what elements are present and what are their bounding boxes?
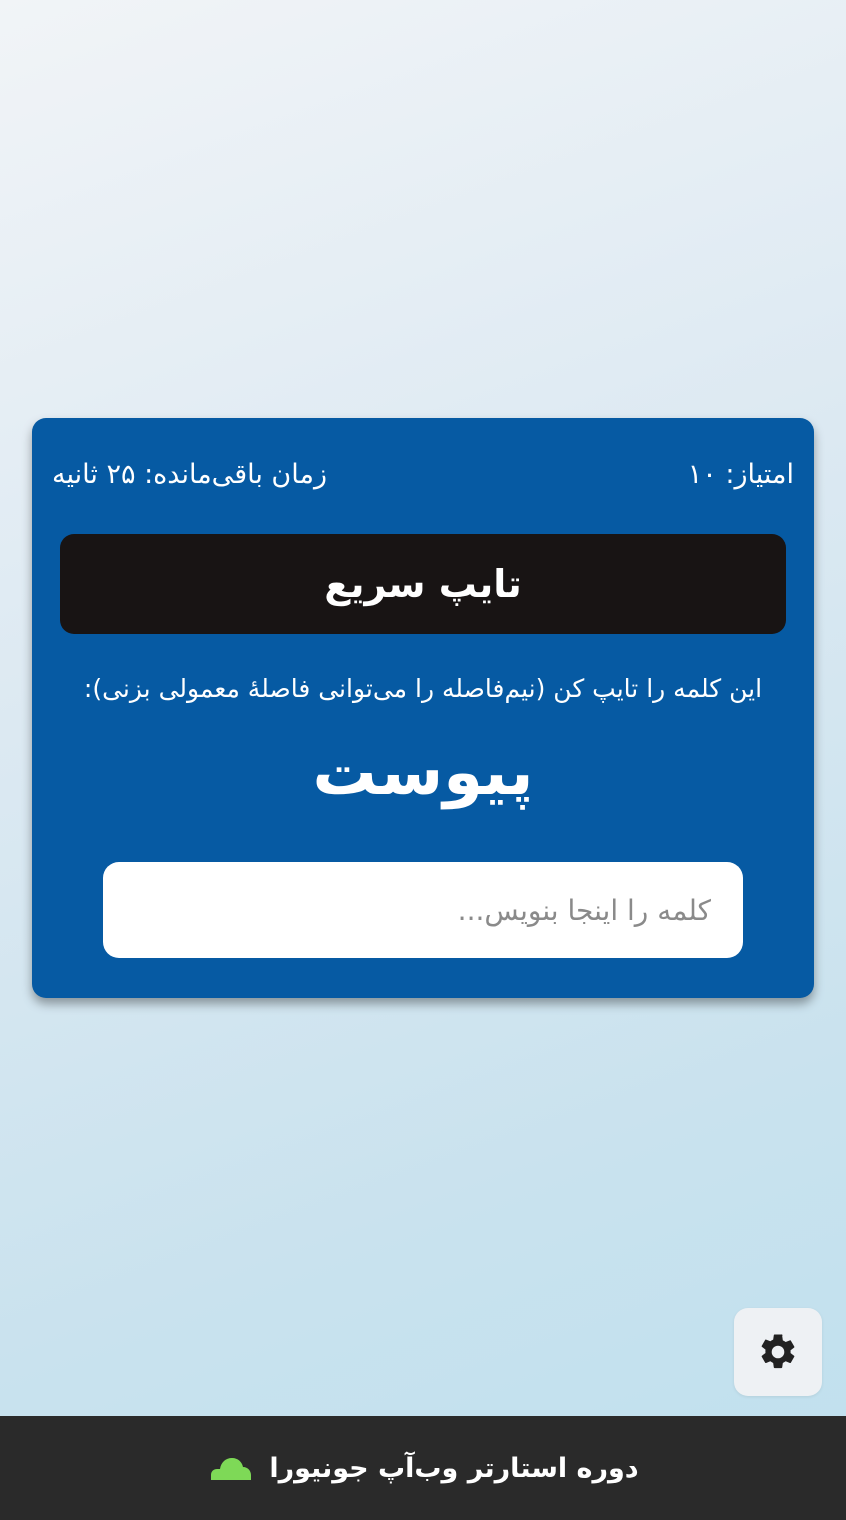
instruction-text: این کلمه را تایپ کن (نیم‌فاصله را می‌توا…: [83, 674, 763, 703]
game-title-bar: تایپ سریع: [60, 534, 786, 634]
answer-input[interactable]: [103, 862, 743, 958]
time-remaining-label: زمان باقی‌مانده: ۲۵ ثانیه: [52, 458, 327, 490]
stats-row: امتیاز: ۱۰ زمان باقی‌مانده: ۲۵ ثانیه: [52, 454, 794, 494]
target-word: پیوست: [312, 736, 534, 810]
footer-banner[interactable]: دوره استارتر وب‌آپ جونیورا: [0, 1416, 846, 1520]
cloud-icon: [211, 1458, 252, 1480]
score-label: امتیاز: ۱۰: [687, 458, 794, 490]
game-card: امتیاز: ۱۰ زمان باقی‌مانده: ۲۵ ثانیه تای…: [32, 418, 814, 998]
settings-button[interactable]: [734, 1308, 822, 1396]
footer-text: دوره استارتر وب‌آپ جونیورا: [269, 1452, 639, 1484]
game-title: تایپ سریع: [324, 562, 522, 606]
gear-icon: [761, 1334, 795, 1369]
